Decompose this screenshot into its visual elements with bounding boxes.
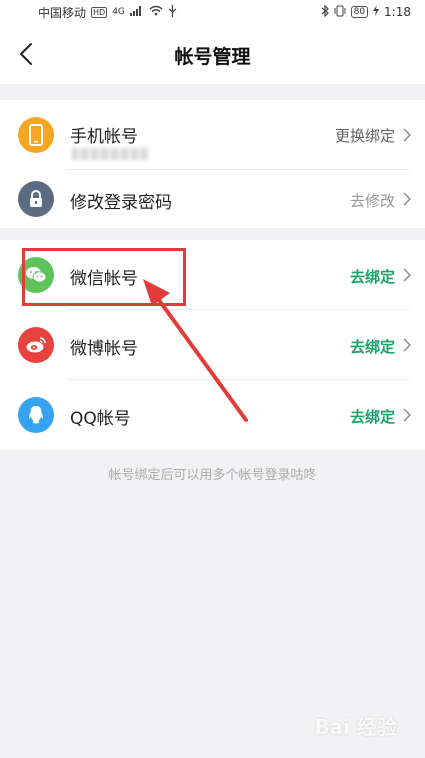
watermark-logo: Bai 经验 (314, 715, 397, 739)
annotation-arrow-icon (143, 279, 248, 422)
